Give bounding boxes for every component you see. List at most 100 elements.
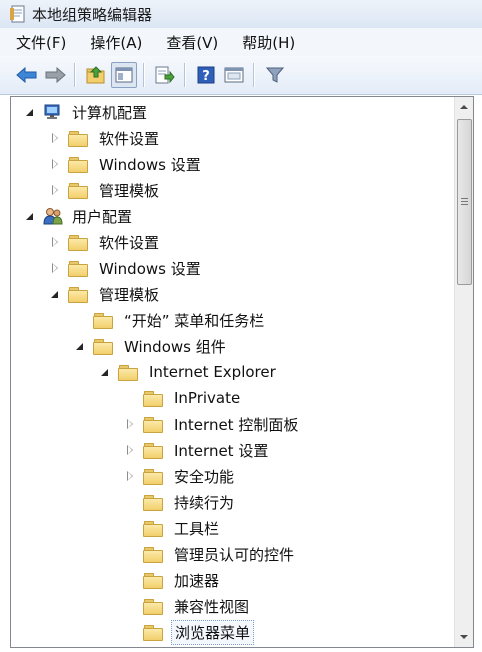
- collapsed-arrow-icon[interactable]: [125, 445, 135, 455]
- no-arrow: [125, 575, 135, 585]
- policy-document-icon: [10, 5, 26, 23]
- tree-item[interactable]: Internet 设置: [11, 437, 455, 463]
- collapsed-arrow-icon[interactable]: [125, 419, 135, 429]
- help-button[interactable]: ?: [193, 62, 219, 88]
- collapsed-arrow-icon[interactable]: [50, 263, 60, 273]
- tree-item[interactable]: Internet Explorer: [11, 359, 455, 385]
- scrollbar-thumb[interactable]: [457, 119, 472, 285]
- window-title: 本地组策略编辑器: [32, 5, 153, 24]
- collapsed-arrow-icon[interactable]: [50, 237, 60, 247]
- folder-icon: [68, 156, 88, 173]
- tree-item[interactable]: Windows 设置: [11, 151, 455, 177]
- help-icon: ?: [197, 66, 215, 84]
- folder-icon: [143, 546, 163, 563]
- tree-item[interactable]: 软件设置: [11, 229, 455, 255]
- collapsed-arrow-icon[interactable]: [125, 471, 135, 481]
- expanded-arrow-icon[interactable]: [50, 289, 60, 299]
- up-folder-icon: [86, 66, 105, 84]
- tree-item[interactable]: 计算机配置: [11, 99, 455, 125]
- tree-item[interactable]: 用户配置: [11, 203, 455, 229]
- tree-item-label: Windows 设置: [99, 155, 201, 174]
- tree-item-label: 持续行为: [174, 493, 235, 512]
- computer-icon: [43, 103, 63, 121]
- scroll-up-button[interactable]: [456, 99, 472, 115]
- folder-icon: [68, 234, 88, 251]
- tree-item[interactable]: 管理模板: [11, 177, 455, 203]
- scroll-down-button[interactable]: [456, 629, 472, 645]
- menu-action[interactable]: 操作(A): [88, 30, 144, 55]
- tree-item-label: 浏览器菜单: [171, 619, 255, 645]
- no-arrow: [125, 549, 135, 559]
- tree-item-label: 管理员认可的控件: [174, 545, 295, 564]
- toolbar-separator: [253, 63, 254, 87]
- folder-icon: [143, 468, 163, 485]
- tree-item[interactable]: 工具栏: [11, 515, 455, 541]
- tree-item[interactable]: “开始” 菜单和任务栏: [11, 307, 455, 333]
- tree-item[interactable]: 兼容性视图: [11, 593, 455, 619]
- tree-item-label: “开始” 菜单和任务栏: [124, 311, 265, 330]
- tree-item[interactable]: 浏览器菜单: [11, 619, 455, 645]
- svg-text:?: ?: [202, 69, 210, 84]
- tree-item-label: 用户配置: [72, 207, 133, 226]
- tree-item[interactable]: 持续行为: [11, 489, 455, 515]
- vertical-scrollbar[interactable]: [454, 97, 473, 647]
- folder-icon: [143, 390, 163, 407]
- export-list-icon: [155, 66, 175, 84]
- tree-item[interactable]: 安全功能: [11, 463, 455, 489]
- console-tree-panel: 计算机配置 软件设置 Windows 设置 管理模板 用户配置 软件设置 Windows 设…: [10, 96, 474, 648]
- toolbar-separator: [74, 63, 75, 87]
- tree-item-label: 管理模板: [99, 181, 160, 200]
- no-arrow: [125, 601, 135, 611]
- folder-icon: [143, 442, 163, 459]
- folder-icon: [68, 286, 88, 303]
- expanded-arrow-icon[interactable]: [75, 341, 85, 351]
- tree-item[interactable]: 管理员认可的控件: [11, 541, 455, 567]
- show-hide-console-tree-button[interactable]: [111, 62, 137, 88]
- folder-icon: [143, 494, 163, 511]
- no-arrow: [125, 497, 135, 507]
- user-icon: [43, 207, 63, 225]
- back-button[interactable]: [14, 62, 40, 88]
- up-one-level-button[interactable]: [83, 62, 109, 88]
- properties-button[interactable]: [221, 62, 247, 88]
- menu-bar: 文件(F) 操作(A) 查看(V) 帮助(H): [0, 28, 482, 56]
- forward-button[interactable]: [42, 62, 68, 88]
- tree-item-label: 计算机配置: [72, 103, 148, 122]
- folder-icon: [143, 416, 163, 433]
- tree-item-label: Internet Explorer: [149, 363, 276, 381]
- chevron-up-icon: [460, 105, 468, 109]
- tree-item-label: 软件设置: [99, 129, 160, 148]
- folder-icon: [143, 520, 163, 537]
- collapsed-arrow-icon[interactable]: [50, 133, 60, 143]
- tree-item-label: 软件设置: [99, 233, 160, 252]
- collapsed-arrow-icon[interactable]: [50, 185, 60, 195]
- no-arrow: [125, 627, 135, 637]
- properties-icon: [224, 67, 244, 83]
- tree-item[interactable]: Internet 控制面板: [11, 411, 455, 437]
- folder-icon: [93, 312, 113, 329]
- export-list-button[interactable]: [152, 62, 178, 88]
- tree-item-label: Internet 设置: [174, 441, 269, 460]
- tree-item[interactable]: 管理模板: [11, 281, 455, 307]
- tree-item[interactable]: Windows 设置: [11, 255, 455, 281]
- forward-arrow-icon: [45, 67, 66, 83]
- expanded-arrow-icon[interactable]: [25, 107, 35, 117]
- folder-icon: [143, 598, 163, 615]
- tree-item[interactable]: 加速器: [11, 567, 455, 593]
- tree-item[interactable]: InPrivate: [11, 385, 455, 411]
- expanded-arrow-icon[interactable]: [100, 367, 110, 377]
- filter-button[interactable]: [262, 62, 288, 88]
- menu-view[interactable]: 查看(V): [164, 30, 220, 55]
- chevron-down-icon: [460, 635, 468, 639]
- folder-icon: [143, 572, 163, 589]
- menu-help[interactable]: 帮助(H): [240, 30, 297, 55]
- show-hide-tree-icon: [115, 67, 133, 83]
- collapsed-arrow-icon[interactable]: [50, 159, 60, 169]
- tree-item[interactable]: Windows 组件: [11, 333, 455, 359]
- tree-item[interactable]: 软件设置: [11, 125, 455, 151]
- no-arrow: [75, 315, 85, 325]
- menu-file[interactable]: 文件(F): [14, 30, 68, 55]
- folder-icon: [68, 182, 88, 199]
- expanded-arrow-icon[interactable]: [25, 211, 35, 221]
- tree-item-label: 安全功能: [174, 467, 235, 486]
